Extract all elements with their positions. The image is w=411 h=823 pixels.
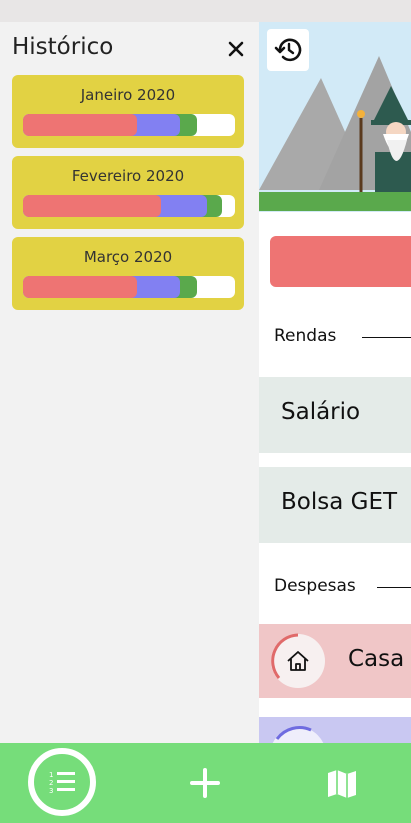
svg-text:1: 1 <box>49 771 53 779</box>
home-icon <box>271 633 325 688</box>
svg-text:3: 3 <box>49 787 53 795</box>
drawer-title: Histórico <box>12 34 114 60</box>
divider <box>377 587 411 588</box>
list-icon: 1 2 3 <box>28 748 96 816</box>
map-button[interactable] <box>323 765 361 803</box>
bottom-navigation: 1 2 3 <box>0 743 411 823</box>
month-card-fevereiro[interactable]: Fevereiro 2020 <box>12 156 244 229</box>
add-icon <box>190 768 220 798</box>
status-bar <box>0 0 411 22</box>
category-casa[interactable]: Casa <box>259 624 411 698</box>
month-label: Fevereiro 2020 <box>71 167 185 185</box>
month-card-marco[interactable]: Março 2020 <box>12 237 244 310</box>
expense-section-label: Despesas <box>274 576 356 596</box>
category-label: Casa <box>348 646 405 672</box>
map-icon <box>328 770 356 798</box>
main-view: Rendas Salário Bolsa GET Despesas Casa <box>259 22 411 743</box>
history-button[interactable] <box>267 29 309 71</box>
month-card-janeiro[interactable]: Janeiro 2020 <box>12 75 244 148</box>
income-section-label: Rendas <box>274 326 337 346</box>
category-next[interactable] <box>259 717 411 743</box>
balance-bar <box>270 236 411 287</box>
month-bar <box>23 114 235 136</box>
divider <box>362 337 411 338</box>
close-icon <box>228 41 244 57</box>
month-bar <box>23 195 235 217</box>
expense-segment <box>23 195 161 217</box>
entry-label: Salário <box>281 399 361 425</box>
expense-segment <box>23 276 137 298</box>
history-list-button[interactable]: 1 2 3 <box>27 747 97 817</box>
month-label: Março 2020 <box>83 248 173 266</box>
month-label: Janeiro 2020 <box>80 86 176 104</box>
grass-strip <box>259 192 411 211</box>
history-drawer: Histórico Janeiro 2020 Fevereiro 2020 Ma… <box>0 22 259 743</box>
income-entry[interactable]: Salário <box>259 377 411 453</box>
close-button[interactable] <box>224 37 248 61</box>
income-entry[interactable]: Bolsa GET <box>259 467 411 543</box>
hero-illustration <box>259 22 411 212</box>
add-button[interactable] <box>185 763 225 803</box>
svg-text:2: 2 <box>49 779 53 787</box>
entry-label: Bolsa GET <box>281 489 398 515</box>
category-icon <box>272 726 324 743</box>
expense-segment <box>23 114 137 136</box>
history-icon <box>274 38 302 62</box>
month-bar <box>23 276 235 298</box>
